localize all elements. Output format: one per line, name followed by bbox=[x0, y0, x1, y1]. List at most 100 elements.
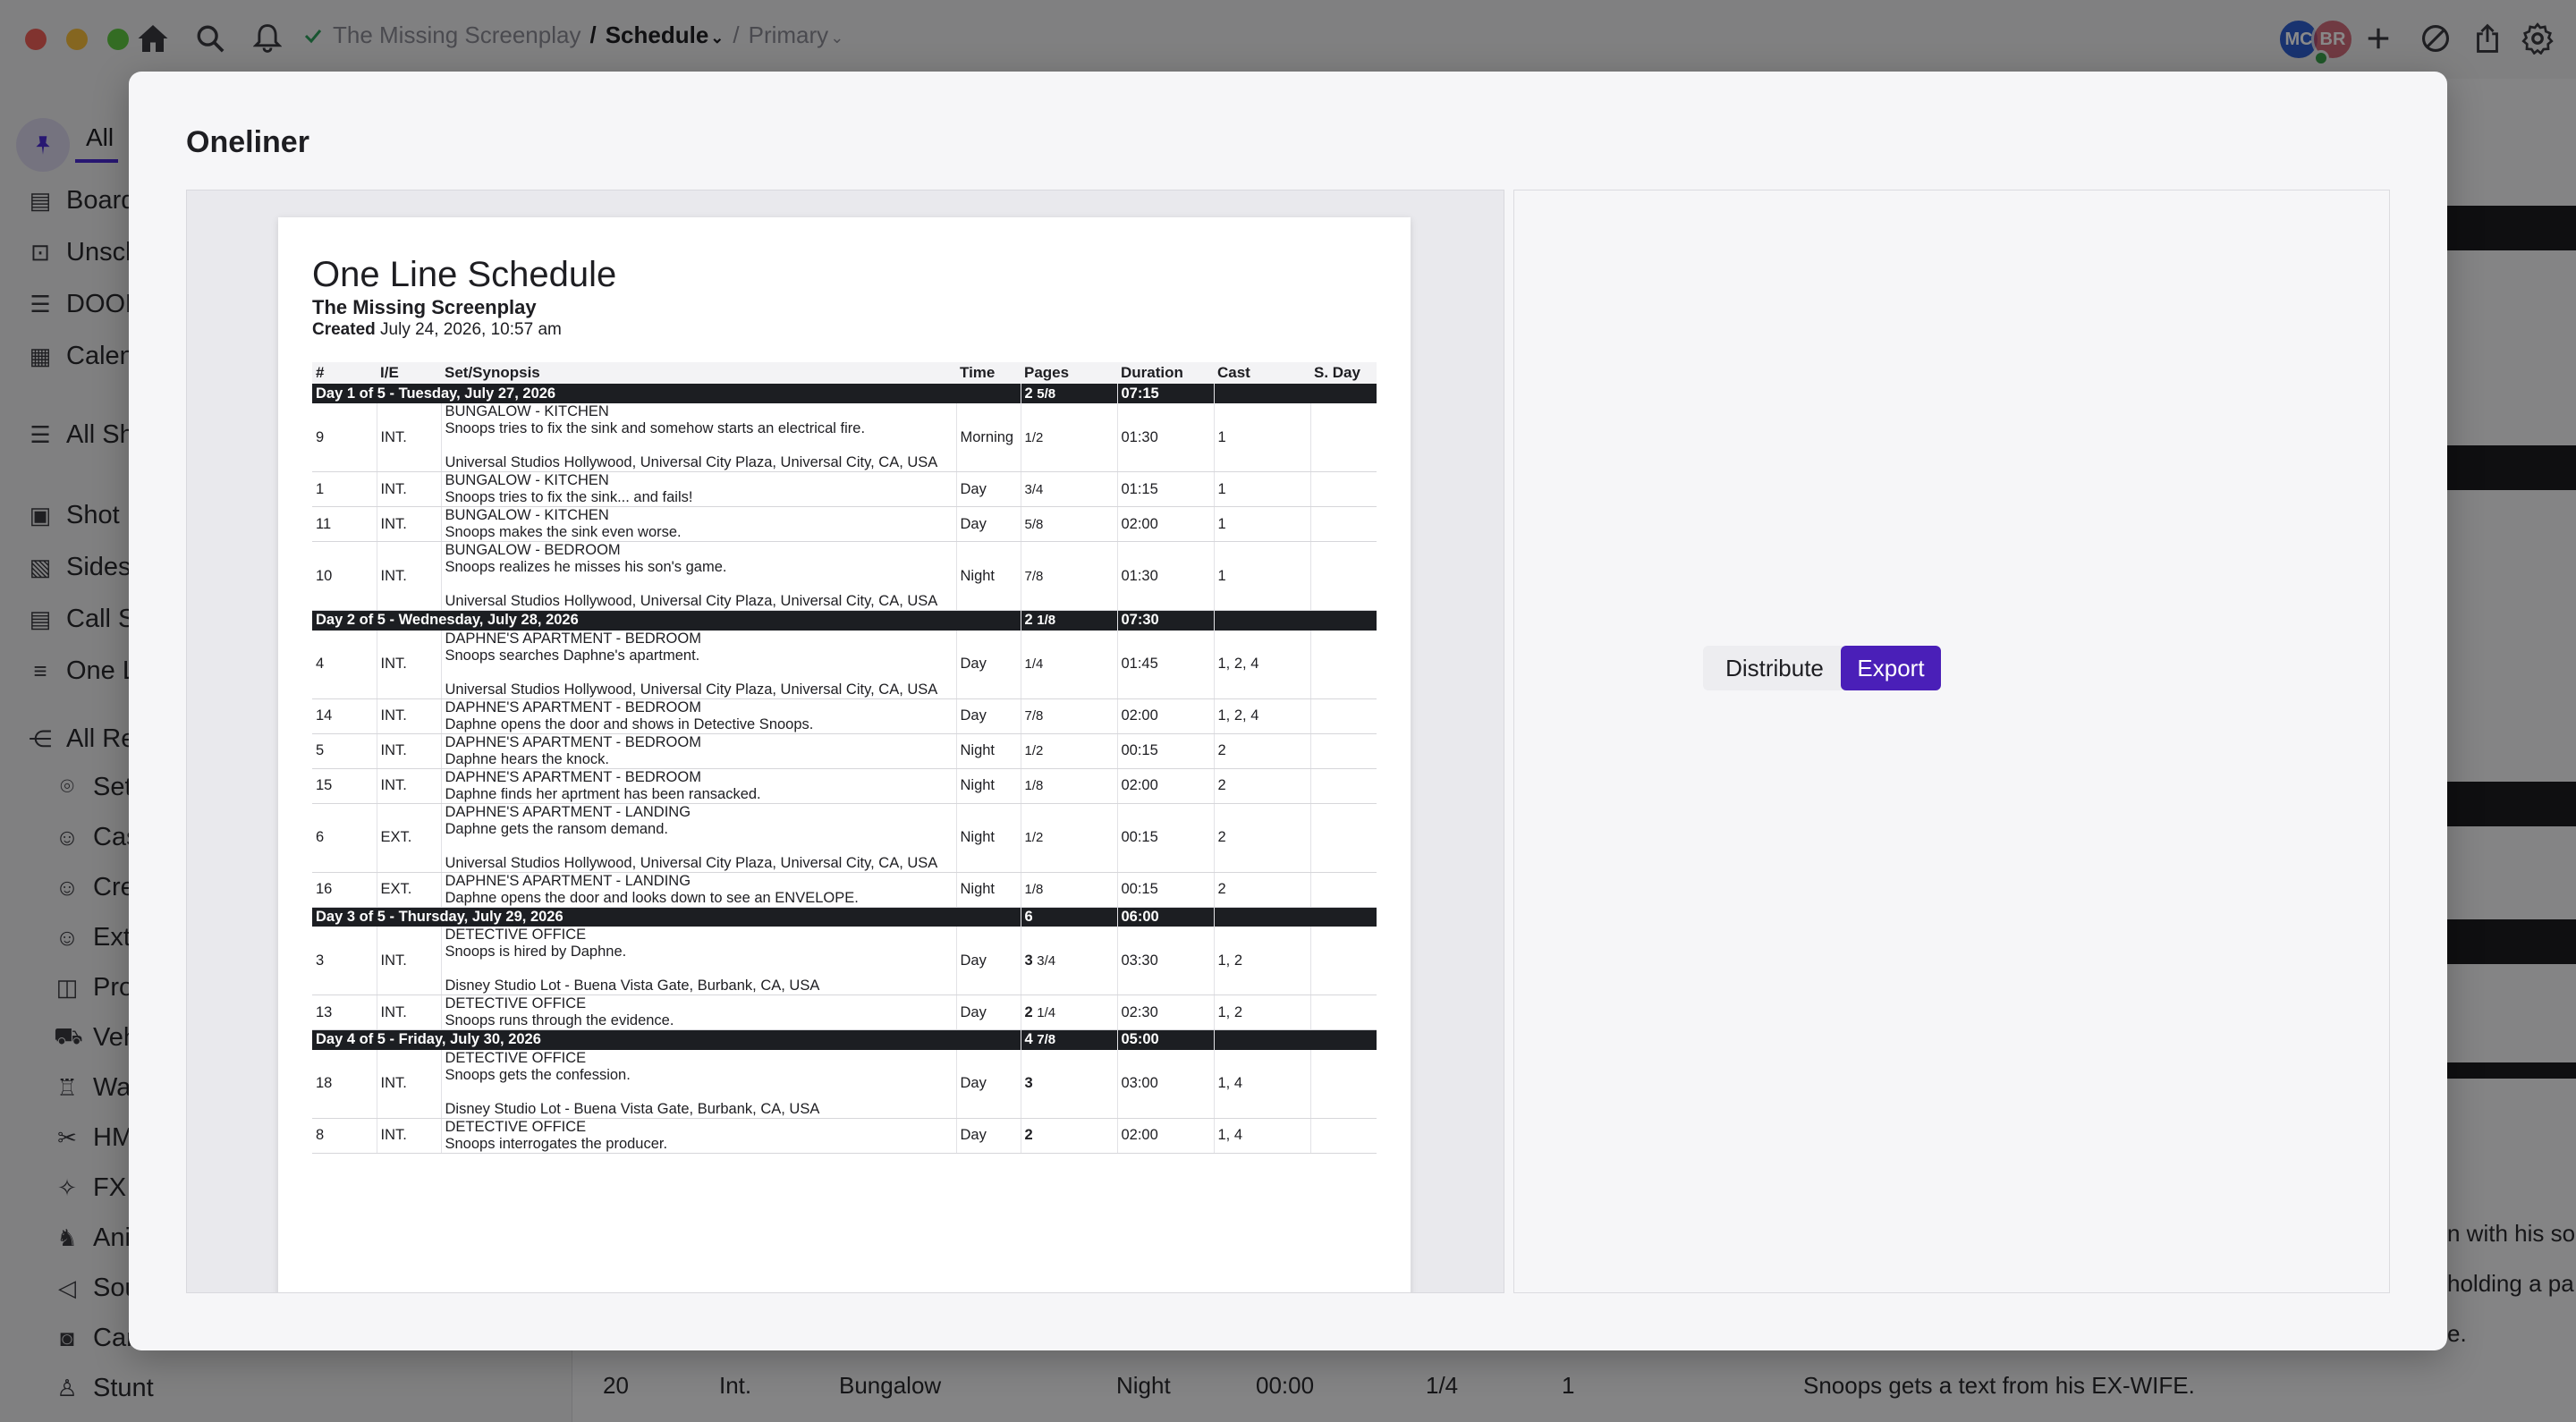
scene-synopsis: Daphne opens the door and looks down to … bbox=[445, 889, 859, 906]
scene-synopsis: Daphne hears the knock. bbox=[445, 750, 609, 767]
scene-time: Night bbox=[955, 803, 1021, 873]
scene-shoot-day bbox=[1309, 1118, 1377, 1154]
scene-duration: 00:15 bbox=[1116, 803, 1214, 873]
scene-ie: INT. bbox=[376, 927, 441, 995]
scene-duration: 01:45 bbox=[1116, 630, 1214, 699]
scene-ie: INT. bbox=[376, 733, 441, 769]
day-label: Day 4 of 5 - Friday, July 30, 2026 bbox=[312, 1029, 1021, 1050]
scene-time: Day bbox=[955, 630, 1021, 699]
day-label: Day 3 of 5 - Thursday, July 29, 2026 bbox=[312, 907, 1021, 927]
day-header-row: Day 1 of 5 - Tuesday, July 27, 2026 2 5/8… bbox=[312, 384, 1377, 403]
scene-synopsis: Snoops gets the confession. bbox=[445, 1066, 631, 1083]
scene-pages: 7/8 bbox=[1020, 541, 1117, 611]
scene-location: Universal Studios Hollywood, Universal C… bbox=[445, 593, 938, 609]
scene-pages-whole: 2 bbox=[1024, 1003, 1033, 1020]
scene-number: 11 bbox=[312, 506, 377, 542]
scene-shoot-day bbox=[1309, 927, 1377, 995]
col-header-pages: Pages bbox=[1021, 362, 1117, 384]
scene-synopsis: Snoops is hired by Daphne. bbox=[445, 944, 627, 960]
scene-set-name: DAPHNE'S APARTMENT - BEDROOM bbox=[445, 698, 701, 715]
scene-pages: 3/4 bbox=[1020, 471, 1117, 507]
day-label: Day 2 of 5 - Wednesday, July 28, 2026 bbox=[312, 610, 1021, 631]
scene-cast: 1, 2 bbox=[1213, 927, 1310, 995]
scene-synopsis: Snoops tries to fix the sink... and fail… bbox=[445, 489, 693, 505]
col-header-number: # bbox=[312, 362, 377, 384]
scene-cast: 2 bbox=[1213, 803, 1310, 873]
scene-pages: 3 bbox=[1020, 1049, 1117, 1119]
app-window: The Missing Screenplay / Schedule ⌄ / Pri… bbox=[0, 0, 2576, 1422]
col-header-time: Time bbox=[956, 362, 1021, 384]
scene-pages: 2 bbox=[1020, 1118, 1117, 1154]
scene-set-synopsis: DAPHNE'S APARTMENT - BEDROOM Daphne finds… bbox=[440, 768, 956, 804]
scene-set-name: DETECTIVE OFFICE bbox=[445, 1049, 587, 1066]
scene-number: 9 bbox=[312, 403, 377, 472]
pdf-page: One Line Schedule The Missing Screenplay… bbox=[278, 217, 1411, 1292]
scene-time: Night bbox=[955, 872, 1021, 908]
scene-location: Universal Studios Hollywood, Universal C… bbox=[445, 681, 938, 698]
table-row: 10 INT. BUNGALOW - BEDROOM Snoops realizes … bbox=[312, 541, 1377, 611]
scene-ie: INT. bbox=[376, 1118, 441, 1154]
scene-ie: INT. bbox=[376, 471, 441, 507]
distribute-button[interactable]: Distribute bbox=[1703, 646, 1846, 690]
scene-location: Disney Studio Lot - Buena Vista Gate, Bu… bbox=[445, 1100, 820, 1117]
scene-number: 14 bbox=[312, 698, 377, 734]
scene-synopsis: Snoops makes the sink even worse. bbox=[445, 524, 682, 540]
scene-shoot-day bbox=[1309, 768, 1377, 804]
scene-pages-fraction: 1/8 bbox=[1024, 778, 1044, 793]
day-header-row: Day 2 of 5 - Wednesday, July 28, 2026 2 1… bbox=[312, 610, 1377, 631]
scene-shoot-day bbox=[1309, 630, 1377, 699]
created-value: July 24, 2026, 10:57 am bbox=[380, 320, 562, 339]
scene-shoot-day bbox=[1309, 698, 1377, 734]
export-button[interactable]: Export bbox=[1841, 646, 1941, 690]
table-row: 11 INT. BUNGALOW - KITCHEN Snoops makes the… bbox=[312, 506, 1377, 542]
scene-set-synopsis: DETECTIVE OFFICE Snoops is hired by Daphn… bbox=[440, 927, 956, 995]
col-header-cast: Cast bbox=[1214, 362, 1310, 384]
scene-pages: 1/4 bbox=[1020, 630, 1117, 699]
col-header-ie: I/E bbox=[377, 362, 441, 384]
day-label: Day 1 of 5 - Tuesday, July 27, 2026 bbox=[312, 384, 1021, 403]
col-header-shoot-day: S. Day bbox=[1310, 362, 1377, 384]
day-pages-whole: 2 bbox=[1024, 385, 1033, 402]
scene-cast: 1 bbox=[1213, 471, 1310, 507]
table-row: 8 INT. DETECTIVE OFFICE Snoops interrogates… bbox=[312, 1118, 1377, 1154]
scene-set-synopsis: DAPHNE'S APARTMENT - BEDROOM Daphne hears… bbox=[440, 733, 956, 769]
scene-set-name: DETECTIVE OFFICE bbox=[445, 927, 587, 943]
scene-cast: 1, 4 bbox=[1213, 1118, 1310, 1154]
scene-time: Day bbox=[955, 927, 1021, 995]
day-pages: 4 7/8 bbox=[1020, 1029, 1117, 1050]
scene-shoot-day bbox=[1309, 506, 1377, 542]
scene-pages-fraction: 1/4 bbox=[1037, 1004, 1056, 1020]
scene-duration: 02:00 bbox=[1116, 698, 1214, 734]
scene-synopsis: Daphne gets the ransom demand. bbox=[445, 820, 669, 837]
scene-pages-fraction: 1/4 bbox=[1024, 656, 1044, 672]
export-options-pane bbox=[1513, 190, 2390, 1293]
scene-set-name: BUNGALOW - BEDROOM bbox=[445, 542, 621, 558]
scene-set-name: DETECTIVE OFFICE bbox=[445, 995, 587, 1011]
scene-pages-fraction: 3/4 bbox=[1024, 481, 1044, 497]
scene-pages: 5/8 bbox=[1020, 506, 1117, 542]
day-duration: 05:00 bbox=[1116, 1029, 1214, 1050]
schedule-table: # I/E Set/Synopsis Time Pages Duration C… bbox=[312, 362, 1377, 1154]
table-row: 14 INT. DAPHNE'S APARTMENT - BEDROOM Daphne… bbox=[312, 698, 1377, 734]
day-pages-fraction: 5/8 bbox=[1037, 385, 1056, 402]
document-title: One Line Schedule bbox=[312, 255, 617, 294]
scene-ie: INT. bbox=[376, 541, 441, 611]
scene-synopsis: Snoops interrogates the producer. bbox=[445, 1135, 668, 1152]
scene-number: 1 bbox=[312, 471, 377, 507]
scene-pages: 1/8 bbox=[1020, 872, 1117, 908]
scene-ie: INT. bbox=[376, 698, 441, 734]
scene-ie: EXT. bbox=[376, 803, 441, 873]
scene-cast: 1 bbox=[1213, 403, 1310, 472]
scene-duration: 00:15 bbox=[1116, 733, 1214, 769]
pdf-preview-pane[interactable]: One Line Schedule The Missing Screenplay… bbox=[186, 190, 1504, 1293]
day-duration: 06:00 bbox=[1116, 907, 1214, 927]
scene-synopsis: Daphne opens the door and shows in Detec… bbox=[445, 715, 814, 732]
scene-pages: 2 1/4 bbox=[1020, 995, 1117, 1030]
scene-set-name: DETECTIVE OFFICE bbox=[445, 1118, 587, 1135]
scene-synopsis: Snoops searches Daphne's apartment. bbox=[445, 647, 700, 664]
table-row: 4 INT. DAPHNE'S APARTMENT - BEDROOM Snoops … bbox=[312, 630, 1377, 699]
scene-pages-fraction: 1/2 bbox=[1024, 429, 1044, 445]
scene-location: Universal Studios Hollywood, Universal C… bbox=[445, 854, 938, 871]
document-project: The Missing Screenplay bbox=[312, 296, 537, 318]
day-filler bbox=[1213, 1029, 1377, 1050]
